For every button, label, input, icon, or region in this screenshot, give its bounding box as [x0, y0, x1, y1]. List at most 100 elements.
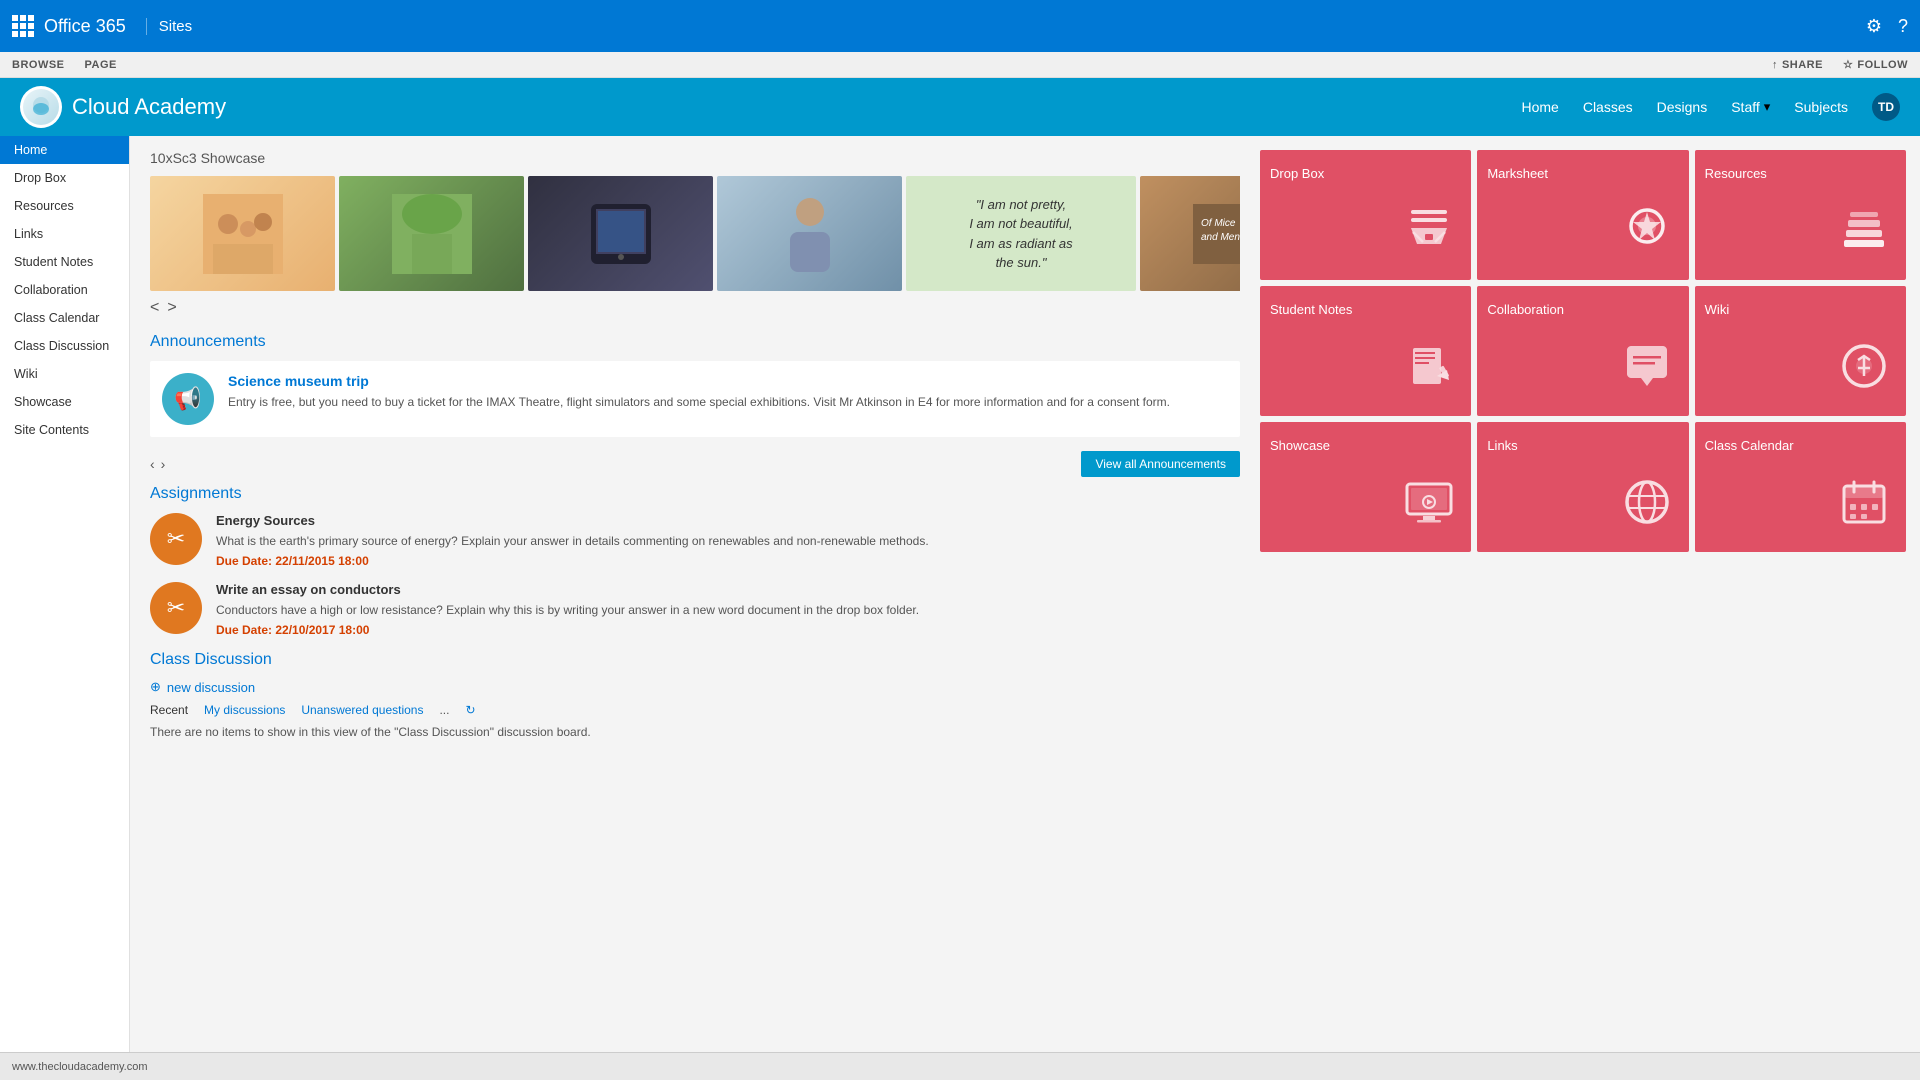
share-button[interactable]: ↑ SHARE: [1772, 59, 1823, 71]
nav-subjects[interactable]: Subjects: [1794, 99, 1848, 115]
assignment-icon-2: ✂: [150, 582, 202, 634]
tile-resources[interactable]: Resources: [1695, 150, 1906, 280]
showcase-title: 10xSc3 Showcase: [150, 150, 1240, 166]
star-icon: ☆: [1843, 58, 1853, 71]
tile-resources-icon: [1838, 204, 1890, 266]
refresh-icon[interactable]: ↻: [465, 703, 475, 717]
discussion-tab-unanswered[interactable]: Unanswered questions: [301, 703, 423, 717]
tile-showcase-icon: [1403, 476, 1455, 538]
site-nav: Home Classes Designs Staff ▾ Subjects TD: [1521, 93, 1900, 121]
tile-student-notes-icon: [1403, 340, 1455, 402]
assignment-content-1: Energy Sources What is the earth's prima…: [216, 513, 929, 568]
tile-collaboration[interactable]: Collaboration: [1477, 286, 1688, 416]
no-items-message: There are no items to show in this view …: [150, 725, 1240, 739]
sidebar: Home Drop Box Resources Links Student No…: [0, 136, 130, 1054]
nav-home[interactable]: Home: [1521, 99, 1558, 115]
sidebar-item-wiki[interactable]: Wiki: [0, 360, 129, 388]
share-icon: ↑: [1772, 59, 1778, 71]
sidebar-item-site-contents[interactable]: Site Contents: [0, 416, 129, 444]
announce-next-button[interactable]: ›: [161, 456, 166, 472]
right-tile-panel: Drop Box Marksheet: [1260, 136, 1920, 1054]
assignment-due-2: Due Date: 22/10/2017 18:00: [216, 623, 919, 637]
bottom-bar: www.thecloudacademy.com: [0, 1052, 1920, 1080]
new-discussion-button[interactable]: ⊕ new discussion: [150, 679, 1240, 695]
nav-classes[interactable]: Classes: [1583, 99, 1633, 115]
site-title: Cloud Academy: [72, 94, 226, 120]
user-avatar[interactable]: TD: [1872, 93, 1900, 121]
tile-student-notes[interactable]: Student Notes: [1260, 286, 1471, 416]
tile-collaboration-icon: [1621, 340, 1673, 402]
sidebar-item-showcase[interactable]: Showcase: [0, 388, 129, 416]
tile-dropbox-icon: [1403, 204, 1455, 266]
waffle-menu-icon[interactable]: [12, 15, 34, 37]
settings-icon[interactable]: ⚙: [1866, 16, 1882, 37]
nav-staff[interactable]: Staff ▾: [1731, 99, 1770, 115]
sidebar-item-class-discussion[interactable]: Class Discussion: [0, 332, 129, 360]
page-tab[interactable]: PAGE: [85, 59, 117, 71]
assignment-item-1: ✂ Energy Sources What is the earth's pri…: [150, 513, 1240, 568]
assignments-title: Assignments: [150, 485, 1240, 503]
top-bar-right: ⚙ ?: [1866, 16, 1908, 37]
browse-tab[interactable]: BROWSE: [12, 59, 65, 71]
discussion-tabs: Recent My discussions Unanswered questio…: [150, 703, 1240, 717]
tile-grid: Drop Box Marksheet: [1260, 150, 1906, 552]
help-icon[interactable]: ?: [1898, 16, 1908, 37]
content-area: 10xSc3 Showcase: [130, 136, 1260, 1054]
discussion-tab-my[interactable]: My discussions: [204, 703, 285, 717]
sidebar-item-student-notes[interactable]: Student Notes: [0, 248, 129, 276]
tile-links[interactable]: Links: [1477, 422, 1688, 552]
tile-marksheet[interactable]: Marksheet: [1477, 150, 1688, 280]
tile-class-calendar[interactable]: Class Calendar: [1695, 422, 1906, 552]
tile-showcase[interactable]: Showcase: [1260, 422, 1471, 552]
site-logo: Cloud Academy: [20, 86, 226, 128]
assignment-content-2: Write an essay on conductors Conductors …: [216, 582, 919, 637]
top-bar: Office 365 Sites ⚙ ?: [0, 0, 1920, 52]
assignment-heading-2[interactable]: Write an essay on conductors: [216, 582, 919, 597]
assignment-heading-1[interactable]: Energy Sources: [216, 513, 929, 528]
app-name[interactable]: Office 365: [44, 16, 126, 37]
showcase-prev-button[interactable]: <: [150, 299, 159, 317]
discussion-tab-recent[interactable]: Recent: [150, 703, 188, 717]
sidebar-item-dropbox[interactable]: Drop Box: [0, 164, 129, 192]
assignment-text-2: Conductors have a high or low resistance…: [216, 601, 919, 619]
nav-designs[interactable]: Designs: [1657, 99, 1708, 115]
site-header: Cloud Academy Home Classes Designs Staff…: [0, 78, 1920, 136]
announce-nav: ‹ › View all Announcements: [150, 451, 1240, 477]
sidebar-item-links[interactable]: Links: [0, 220, 129, 248]
sidebar-item-home[interactable]: Home: [0, 136, 129, 164]
tile-dropbox[interactable]: Drop Box: [1260, 150, 1471, 280]
tile-links-icon: [1621, 476, 1673, 538]
showcase-next-button[interactable]: >: [167, 299, 176, 317]
discussion-tab-more[interactable]: ...: [439, 703, 449, 717]
showcase-image-1: [150, 176, 335, 291]
announcement-text: Entry is free, but you need to buy a tic…: [228, 393, 1170, 411]
tile-wiki[interactable]: Wiki: [1695, 286, 1906, 416]
sidebar-item-resources[interactable]: Resources: [0, 192, 129, 220]
plus-icon: ⊕: [150, 679, 161, 695]
announce-arrows: ‹ ›: [150, 456, 165, 472]
sidebar-item-class-calendar[interactable]: Class Calendar: [0, 304, 129, 332]
follow-button[interactable]: ☆ FOLLOW: [1843, 58, 1908, 71]
showcase-image-3: [528, 176, 713, 291]
announcement-heading[interactable]: Science museum trip: [228, 373, 1170, 389]
assignment-item-2: ✂ Write an essay on conductors Conductor…: [150, 582, 1240, 637]
announcements-section: Announcements 📢 Science museum trip Entr…: [150, 333, 1240, 477]
showcase-image-6: Of Mice and Men: [1140, 176, 1240, 291]
sidebar-item-collaboration[interactable]: Collaboration: [0, 276, 129, 304]
sites-label[interactable]: Sites: [146, 18, 192, 35]
announcements-title: Announcements: [150, 333, 1240, 351]
tile-class-calendar-icon: [1838, 476, 1890, 538]
second-bar: BROWSE PAGE ↑ SHARE ☆ FOLLOW: [0, 52, 1920, 78]
showcase-image-4: [717, 176, 902, 291]
class-discussion-section: Class Discussion ⊕ new discussion Recent…: [150, 651, 1240, 739]
top-bar-left: Office 365 Sites: [12, 15, 192, 37]
logo-icon: [20, 86, 62, 128]
announce-prev-button[interactable]: ‹: [150, 456, 155, 472]
showcase-nav: < >: [150, 299, 1240, 317]
assignments-section: Assignments ✂ Energy Sources What is the…: [150, 485, 1240, 637]
view-all-announcements-button[interactable]: View all Announcements: [1081, 451, 1240, 477]
assignment-icon-1: ✂: [150, 513, 202, 565]
svg-text:and Men: and Men: [1201, 232, 1240, 243]
showcase-section: 10xSc3 Showcase: [150, 150, 1240, 317]
showcase-quote-card: "I am not pretty,I am not beautiful,I am…: [906, 176, 1136, 291]
